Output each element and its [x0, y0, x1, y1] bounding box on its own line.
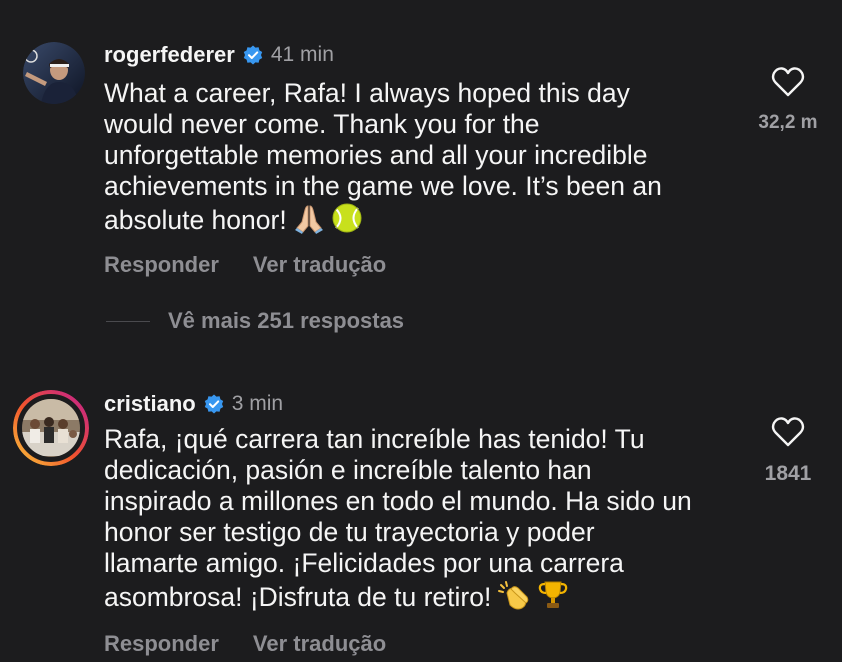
avatar[interactable] [13, 390, 89, 466]
comment-timestamp: 41 min [270, 43, 334, 66]
comment-text-line: dedicación, pasión e increíble talento h… [104, 455, 592, 485]
comment-username[interactable]: rogerfederer [104, 42, 235, 68]
comment-text: Rafa, ¡qué carrera tan increíble has ten… [104, 424, 744, 613]
verified-badge-icon [243, 45, 263, 65]
comment-text-line: would never come. Thank you for the [104, 109, 540, 139]
comment-text-line: Rafa, ¡qué carrera tan increíble has ten… [104, 424, 645, 454]
translate-button[interactable]: Ver tradução [253, 631, 386, 657]
comment-username[interactable]: cristiano [104, 391, 196, 417]
story-ring-avatar [13, 390, 89, 466]
verified-badge-icon [204, 394, 223, 414]
comment-text-line: inspirado a millones en todo el mundo. H… [104, 486, 692, 516]
comment-timestamp: 3 min [231, 392, 284, 415]
view-replies-button[interactable]: Vê mais 251 respostas [106, 308, 404, 334]
reply-button[interactable]: Responder [104, 252, 219, 278]
tennis-ball-emoji [332, 203, 362, 233]
replies-divider [106, 320, 150, 322]
comment-text-line: achievements in the game we love. It’s b… [104, 171, 662, 201]
translate-button[interactable]: Ver tradução [253, 252, 386, 278]
comment-item: cristiano 3 min Rafa, ¡qué carrera tan i… [0, 380, 842, 662]
comment-text-line-content: absolute honor! [104, 205, 287, 235]
like-count: 32,2 m [758, 112, 818, 133]
comment-text-line: honor ser testigo de tu trayectoria y po… [104, 517, 595, 547]
view-replies-label: Vê mais 251 respostas [168, 308, 405, 333]
like-control: 1841 [748, 416, 828, 486]
heart-outline-icon[interactable] [771, 416, 805, 448]
like-count: 1841 [764, 462, 812, 485]
comment-text-line: llamarte amigo. ¡Felicidades por una car… [104, 548, 624, 578]
avatar[interactable] [23, 42, 85, 104]
praying-hands-emoji [294, 205, 323, 234]
comment-text-line-last: asombrosa! ¡Disfruta de tu retiro! [104, 579, 744, 613]
comment-text: What a career, Rafa! I always hoped this… [104, 78, 744, 236]
comment-item: rogerfederer 41 min What a career, Rafa!… [0, 0, 842, 300]
comment-text-line: unforgettable memories and all your incr… [104, 140, 648, 170]
heart-outline-icon[interactable] [771, 66, 805, 98]
comment-text-line-content: asombrosa! ¡Disfruta de tu retiro! [104, 582, 492, 612]
comment-text-line: What a career, Rafa! I always hoped this… [104, 78, 630, 108]
avatar-photo [23, 42, 85, 104]
comment-text-line-last: absolute honor! [104, 202, 744, 236]
clapping-hands-emoji [498, 581, 529, 610]
reply-button[interactable]: Responder [104, 631, 219, 657]
like-control: 32,2 m [748, 66, 828, 134]
trophy-emoji [539, 581, 568, 608]
